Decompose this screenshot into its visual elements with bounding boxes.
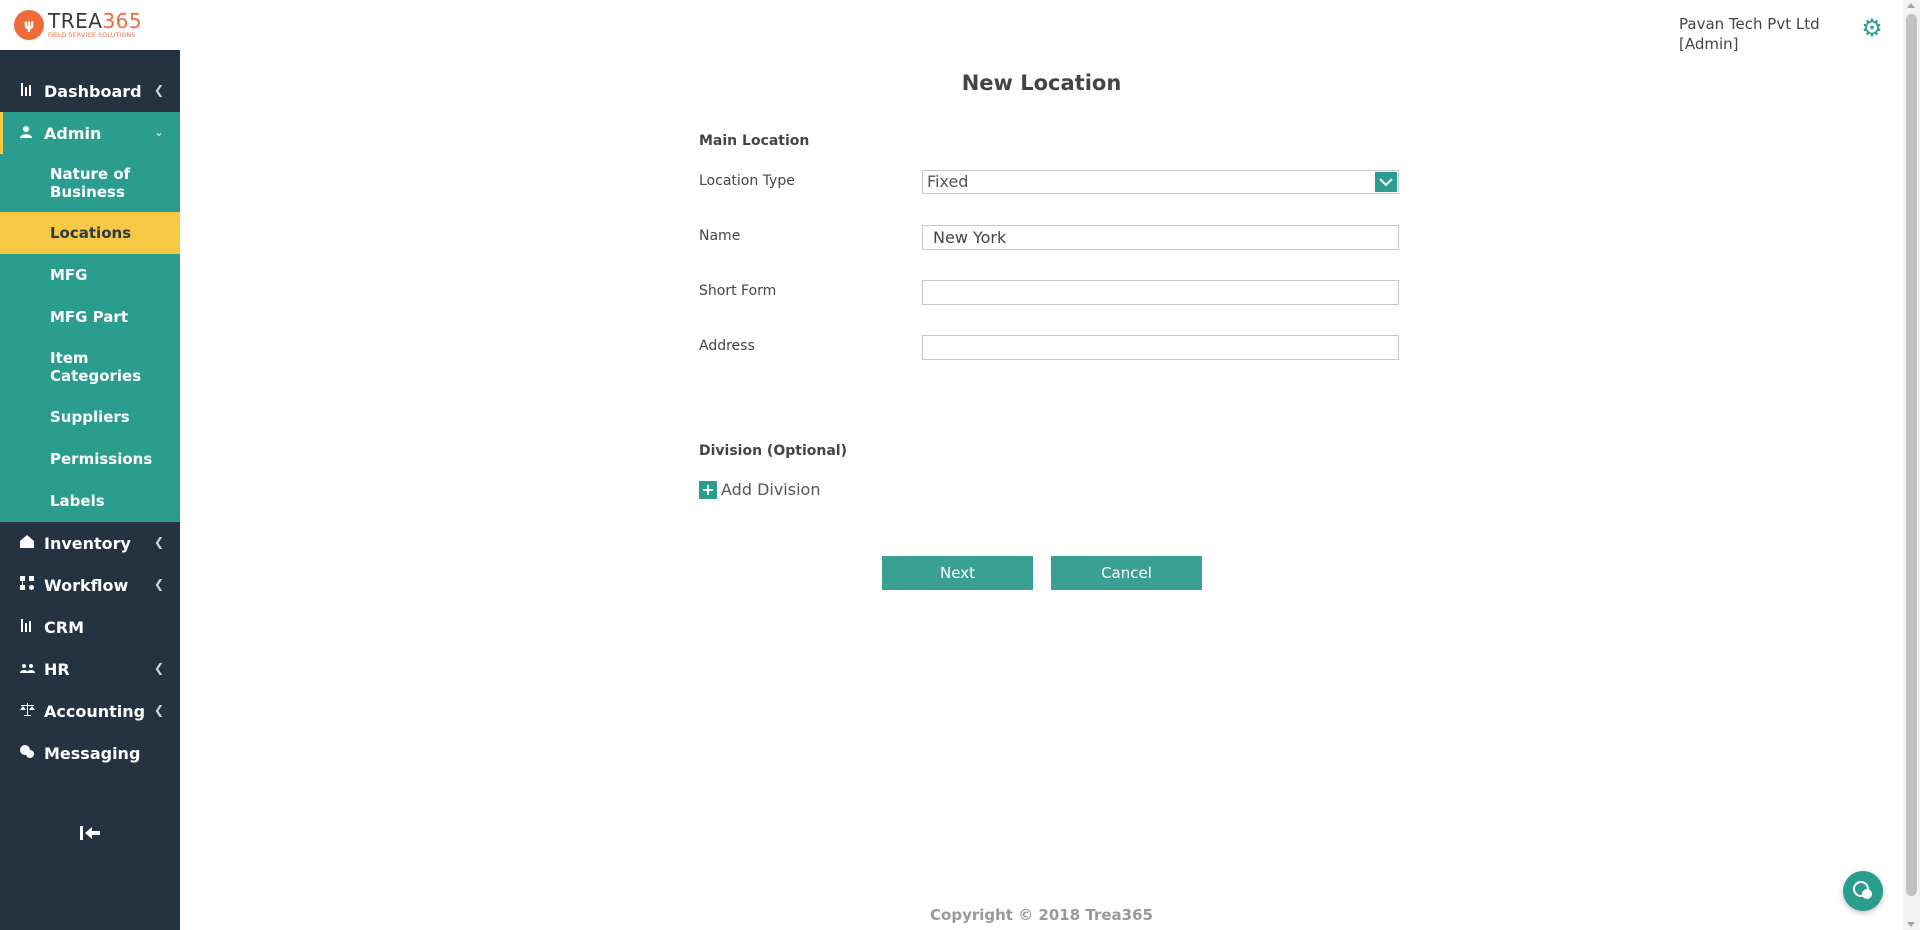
user-role: [Admin] xyxy=(1679,35,1739,53)
scale-icon xyxy=(18,702,36,720)
location-type-select[interactable]: Fixed xyxy=(922,170,1399,194)
submenu-item-label: MFG Part xyxy=(50,308,128,326)
scroll-up-arrow-icon[interactable] xyxy=(1907,3,1915,8)
page-title: New Location xyxy=(961,71,1122,95)
submenu-item-suppliers[interactable]: Suppliers xyxy=(0,396,180,438)
submenu-item-locations[interactable]: Locations xyxy=(0,212,180,254)
chat-icon[interactable] xyxy=(1843,871,1883,911)
company-name: Pavan Tech Pvt Ltd xyxy=(1679,15,1820,33)
sidebar-item-label: CRM xyxy=(44,617,84,637)
collapse-left-icon[interactable] xyxy=(0,818,180,848)
sidebar-item-hr[interactable]: HR ❮ xyxy=(0,648,180,690)
sidebar-item-label: Workflow xyxy=(44,575,129,595)
chat-icon xyxy=(18,744,36,762)
logo-mark-icon: ψ xyxy=(14,10,44,40)
add-division-label: Add Division xyxy=(721,480,821,499)
sidebar-item-label: Accounting xyxy=(44,701,146,721)
sidebar-item-label: HR xyxy=(44,659,70,679)
bar-chart-icon xyxy=(18,82,36,100)
sidebar-item-label: Inventory xyxy=(44,533,131,553)
address-input[interactable] xyxy=(922,335,1399,360)
chevron-left-icon: ❮ xyxy=(153,703,164,717)
address-label: Address xyxy=(699,338,755,354)
logo[interactable]: ψ TREA365 FIELD SERVICE SOLUTIONS xyxy=(0,0,180,50)
copyright: Copyright © 2018 Trea365 xyxy=(930,906,1153,924)
sidebar-item-messaging[interactable]: Messaging xyxy=(0,732,180,774)
chevron-down-icon: ⌄ xyxy=(153,125,164,139)
company-info: Pavan Tech Pvt Ltd [Admin] xyxy=(1679,14,1820,54)
location-type-value: Fixed xyxy=(927,172,969,191)
submenu-item-label: Locations xyxy=(50,224,132,242)
chevron-left-icon: ❮ xyxy=(153,577,164,591)
submenu-item-label: Permissions xyxy=(50,450,153,468)
submenu-item-label: Item Categories xyxy=(50,349,142,385)
submenu-item-label: Suppliers xyxy=(50,408,130,426)
workflow-icon xyxy=(18,576,36,594)
sidebar-item-dashboard[interactable]: Dashboard ❮ xyxy=(0,70,180,112)
logo-wordmark: TREA365 xyxy=(48,11,142,31)
logo-text: TREA365 FIELD SERVICE SOLUTIONS xyxy=(48,11,142,39)
sidebar-item-inventory[interactable]: Inventory ❮ xyxy=(0,522,180,564)
sidebar-item-workflow[interactable]: Workflow ❮ xyxy=(0,564,180,606)
submenu-item-label: Labels xyxy=(50,492,105,510)
short-form-input[interactable] xyxy=(922,280,1399,305)
sidebar-nav: Dashboard ❮ Admin ⌄ Nature of Business L… xyxy=(0,70,180,774)
cancel-button[interactable]: Cancel xyxy=(1051,556,1202,590)
logo-name-prefix: TREA xyxy=(48,9,103,33)
bar-chart-icon xyxy=(18,618,36,636)
sidebar-item-accounting[interactable]: Accounting ❮ xyxy=(0,690,180,732)
chevron-left-icon: ❮ xyxy=(153,83,164,97)
add-division-button[interactable]: + Add Division xyxy=(699,480,820,499)
submenu-item-labels[interactable]: Labels xyxy=(0,480,180,522)
admin-submenu: Nature of Business Locations MFG MFG Par… xyxy=(0,154,180,522)
user-icon xyxy=(18,125,36,142)
chevron-left-icon: ❮ xyxy=(153,535,164,549)
sidebar-item-label: Dashboard xyxy=(44,81,142,101)
submenu-item-permissions[interactable]: Permissions xyxy=(0,438,180,480)
logo-name-number: 365 xyxy=(102,9,143,33)
home-icon xyxy=(18,534,36,552)
sidebar: ψ TREA365 FIELD SERVICE SOLUTIONS Dashbo… xyxy=(0,0,180,930)
sidebar-item-crm[interactable]: CRM xyxy=(0,606,180,648)
logo-tagline: FIELD SERVICE SOLUTIONS xyxy=(48,32,136,39)
name-input[interactable] xyxy=(922,225,1399,250)
sidebar-item-admin[interactable]: Admin ⌄ xyxy=(0,112,180,154)
division-heading: Division (Optional) xyxy=(699,443,847,459)
submenu-item-mfg-part[interactable]: MFG Part xyxy=(0,296,180,338)
users-icon xyxy=(18,662,36,677)
main-location-heading: Main Location xyxy=(699,133,810,149)
chevron-left-icon: ❮ xyxy=(153,661,164,675)
scroll-thumb[interactable] xyxy=(1906,14,1917,896)
plus-icon: + xyxy=(699,480,717,499)
submenu-item-mfg[interactable]: MFG xyxy=(0,254,180,296)
name-label: Name xyxy=(699,228,741,244)
submenu-item-item-categories[interactable]: Item Categories xyxy=(0,338,180,396)
sidebar-item-label: Messaging xyxy=(44,743,141,763)
next-button[interactable]: Next xyxy=(882,556,1033,590)
vertical-scrollbar[interactable] xyxy=(1903,0,1920,930)
gear-icon[interactable]: ⚙ xyxy=(1859,15,1885,41)
sidebar-item-label: Admin xyxy=(44,123,102,143)
short-form-label: Short Form xyxy=(699,283,777,299)
submenu-item-label: Nature of Business xyxy=(50,165,131,201)
submenu-item-nature-of-business[interactable]: Nature of Business xyxy=(0,154,180,212)
scroll-down-arrow-icon[interactable] xyxy=(1907,922,1915,927)
chevron-down-icon[interactable] xyxy=(1375,172,1397,192)
submenu-item-label: MFG xyxy=(50,266,88,284)
location-type-label: Location Type xyxy=(699,173,795,189)
